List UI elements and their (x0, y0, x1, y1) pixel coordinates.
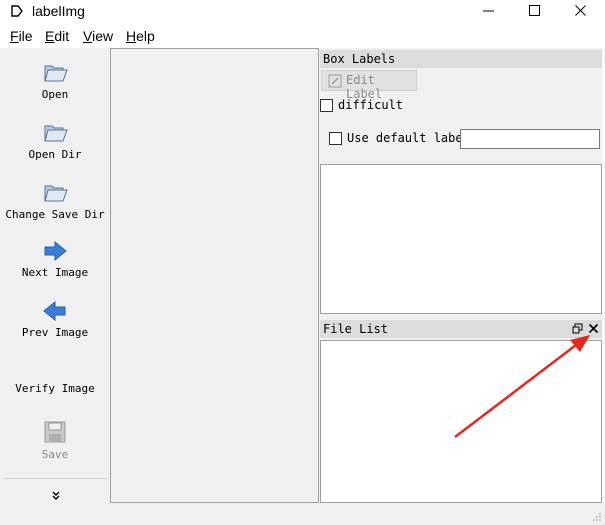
window-title: labelImg (32, 3, 85, 19)
menu-file[interactable]: File (10, 28, 33, 44)
pencil-icon (328, 74, 342, 88)
folder-open-icon (44, 125, 68, 142)
minimize-button[interactable] (466, 0, 512, 24)
save-button[interactable]: Save (0, 420, 110, 461)
next-image-button[interactable]: Next Image (0, 240, 110, 279)
maximize-button[interactable] (512, 0, 558, 24)
close-icon[interactable] (588, 323, 599, 334)
menu-view[interactable]: View (83, 28, 113, 44)
file-list[interactable] (320, 340, 602, 503)
labelimg-app-icon (11, 5, 23, 17)
difficult-checkbox[interactable] (320, 99, 333, 112)
menu-bar: File Edit View Help (0, 24, 605, 48)
open-label: Open (41, 88, 69, 101)
title-bar: labelImg (0, 0, 605, 24)
arrow-right-icon (44, 240, 67, 262)
open-dir-label: Open Dir (28, 148, 82, 161)
size-grip-icon[interactable] (592, 512, 602, 522)
open-dir-button[interactable]: Open Dir (0, 120, 110, 161)
arrow-left-icon (43, 300, 66, 322)
default-label-input[interactable] (460, 129, 600, 149)
tool-bar: Open Open Dir Change Save Dir Next Image… (0, 48, 110, 503)
prev-image-label: Prev Image (21, 326, 89, 339)
label-list[interactable] (320, 164, 602, 314)
difficult-label: difficult (338, 98, 404, 112)
chevron-double-down-icon[interactable] (50, 490, 62, 502)
change-save-dir-label: Change Save Dir (5, 208, 105, 221)
save-icon (44, 421, 66, 443)
edit-label-button[interactable]: Edit Label (321, 70, 417, 101)
next-image-label: Next Image (21, 266, 89, 279)
save-label: Save (41, 448, 69, 461)
file-list-title-bar: File List (320, 320, 602, 338)
open-button[interactable]: Open (0, 60, 110, 101)
use-default-label-checkbox[interactable] (329, 132, 342, 145)
status-bar (0, 503, 605, 525)
close-icon (575, 5, 586, 16)
edit-label-text: Edit Label (346, 73, 383, 101)
prev-image-button[interactable]: Prev Image (0, 300, 110, 339)
menu-edit[interactable]: Edit (45, 28, 69, 44)
close-window-button[interactable] (558, 0, 604, 24)
box-labels-title-bar: Box Labels (320, 50, 602, 68)
folder-open-icon (44, 65, 68, 82)
image-canvas[interactable] (110, 48, 319, 503)
file-list-title: File List (323, 322, 389, 336)
menu-help[interactable]: Help (126, 28, 155, 44)
box-labels-title: Box Labels (323, 52, 396, 66)
use-default-label-text: Use default label (347, 131, 470, 145)
verify-image-button[interactable]: Verify Image (0, 378, 110, 395)
float-icon[interactable] (572, 323, 583, 334)
change-save-dir-button[interactable]: Change Save Dir (0, 180, 110, 221)
verify-image-label: Verify Image (15, 382, 95, 395)
folder-open-icon (44, 185, 68, 202)
maximize-icon (529, 5, 540, 16)
toolbar-separator (4, 478, 108, 479)
minimize-icon (483, 10, 494, 12)
